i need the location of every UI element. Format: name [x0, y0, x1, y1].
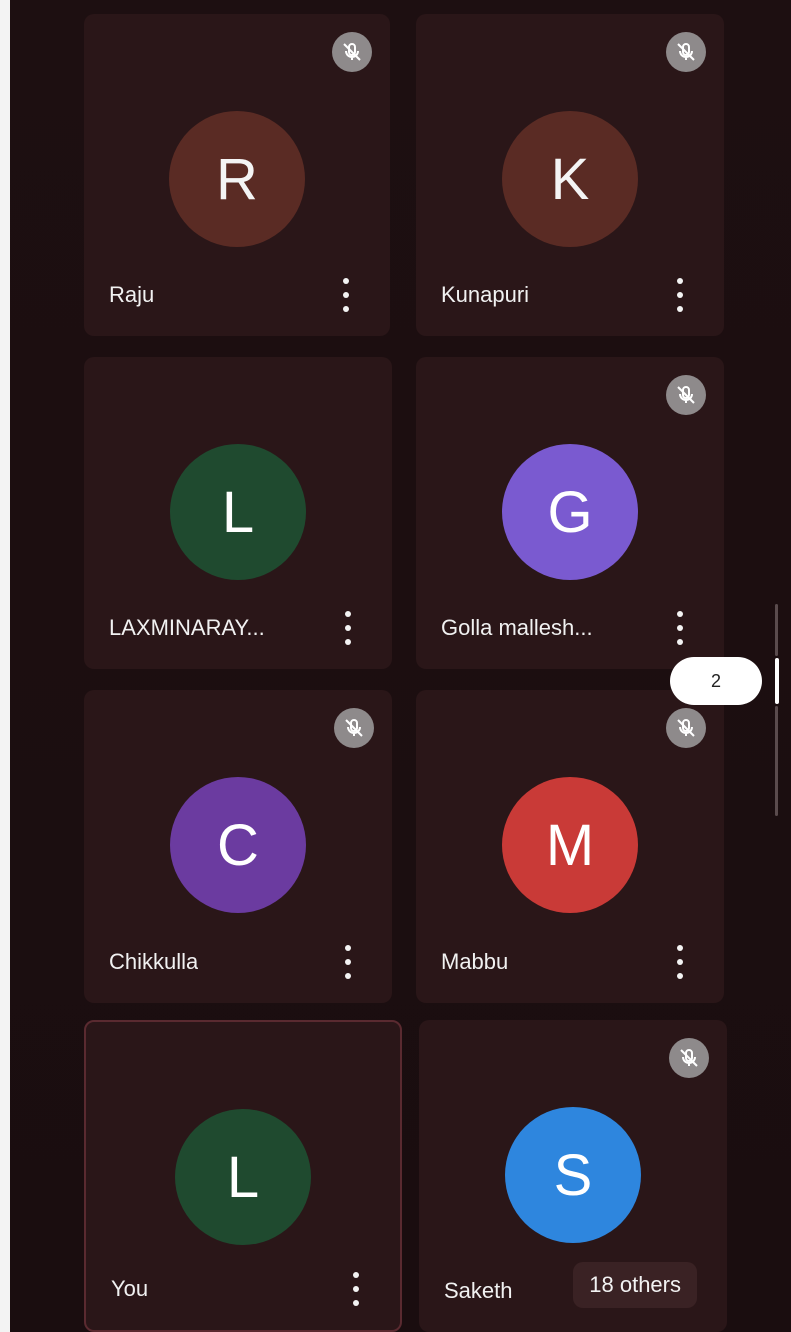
- avatar-initial: C: [217, 812, 259, 878]
- participant-tile-chikkulla[interactable]: C Chikkulla: [84, 690, 392, 1003]
- scroll-track[interactable]: [775, 706, 778, 816]
- participant-name: LAXMINARAY...: [109, 615, 265, 640]
- page-badge: 2: [670, 657, 762, 705]
- participant-tile-mabbu[interactable]: M Mabbu: [416, 690, 724, 1003]
- avatar-initial: S: [553, 1142, 593, 1208]
- avatar: G: [502, 444, 638, 580]
- more-vert-icon[interactable]: [672, 945, 688, 979]
- mic-off-icon: [666, 708, 706, 748]
- mic-off-icon: [669, 1038, 709, 1078]
- participant-name: Mabbu: [441, 949, 509, 974]
- participant-name: Kunapuri: [441, 282, 530, 307]
- participant-tile-kunapuri[interactable]: K Kunapuri: [416, 14, 724, 336]
- participant-tile-golla-mallesh[interactable]: G Golla mallesh...: [416, 357, 724, 669]
- avatar: K: [502, 111, 638, 247]
- participant-tile-you[interactable]: L You: [84, 1020, 402, 1332]
- avatar: L: [170, 444, 306, 580]
- avatar-initial: M: [545, 812, 595, 878]
- avatar: R: [169, 111, 305, 247]
- participant-tile-laxminaray[interactable]: L LAXMINARAY...: [84, 357, 392, 669]
- avatar: C: [170, 777, 306, 913]
- more-vert-icon[interactable]: [338, 278, 354, 312]
- avatar-initial: K: [550, 146, 590, 212]
- avatar-initial: L: [221, 479, 255, 545]
- meeting-grid-screen: R Raju K Kunapuri L LAXMINARAY... G Goll…: [0, 0, 791, 1332]
- more-vert-icon[interactable]: [672, 611, 688, 645]
- participant-name: Raju: [109, 282, 155, 307]
- participant-tile-raju[interactable]: R Raju: [84, 14, 390, 336]
- more-vert-icon[interactable]: [340, 611, 356, 645]
- participant-tile-saketh[interactable]: S Saketh 18 others: [419, 1020, 727, 1332]
- avatar-initial: R: [216, 146, 258, 212]
- scroll-thumb[interactable]: [775, 658, 779, 704]
- more-vert-icon[interactable]: [348, 1272, 364, 1306]
- participant-name: You: [111, 1276, 149, 1301]
- avatar: L: [175, 1109, 311, 1245]
- participant-name: Chikkulla: [109, 949, 199, 974]
- participant-name: Saketh: [444, 1278, 513, 1303]
- avatar-initial: G: [547, 479, 593, 545]
- mic-off-icon: [666, 32, 706, 72]
- participant-name: Golla mallesh...: [441, 615, 593, 640]
- others-button[interactable]: 18 others: [573, 1262, 697, 1308]
- more-vert-icon[interactable]: [340, 945, 356, 979]
- avatar-initial: L: [226, 1144, 260, 1210]
- avatar: M: [502, 777, 638, 913]
- left-edge-strip: [0, 0, 10, 1332]
- mic-off-icon: [666, 375, 706, 415]
- mic-off-icon: [332, 32, 372, 72]
- scroll-track[interactable]: [775, 604, 778, 656]
- more-vert-icon[interactable]: [672, 278, 688, 312]
- avatar: S: [505, 1107, 641, 1243]
- mic-off-icon: [334, 708, 374, 748]
